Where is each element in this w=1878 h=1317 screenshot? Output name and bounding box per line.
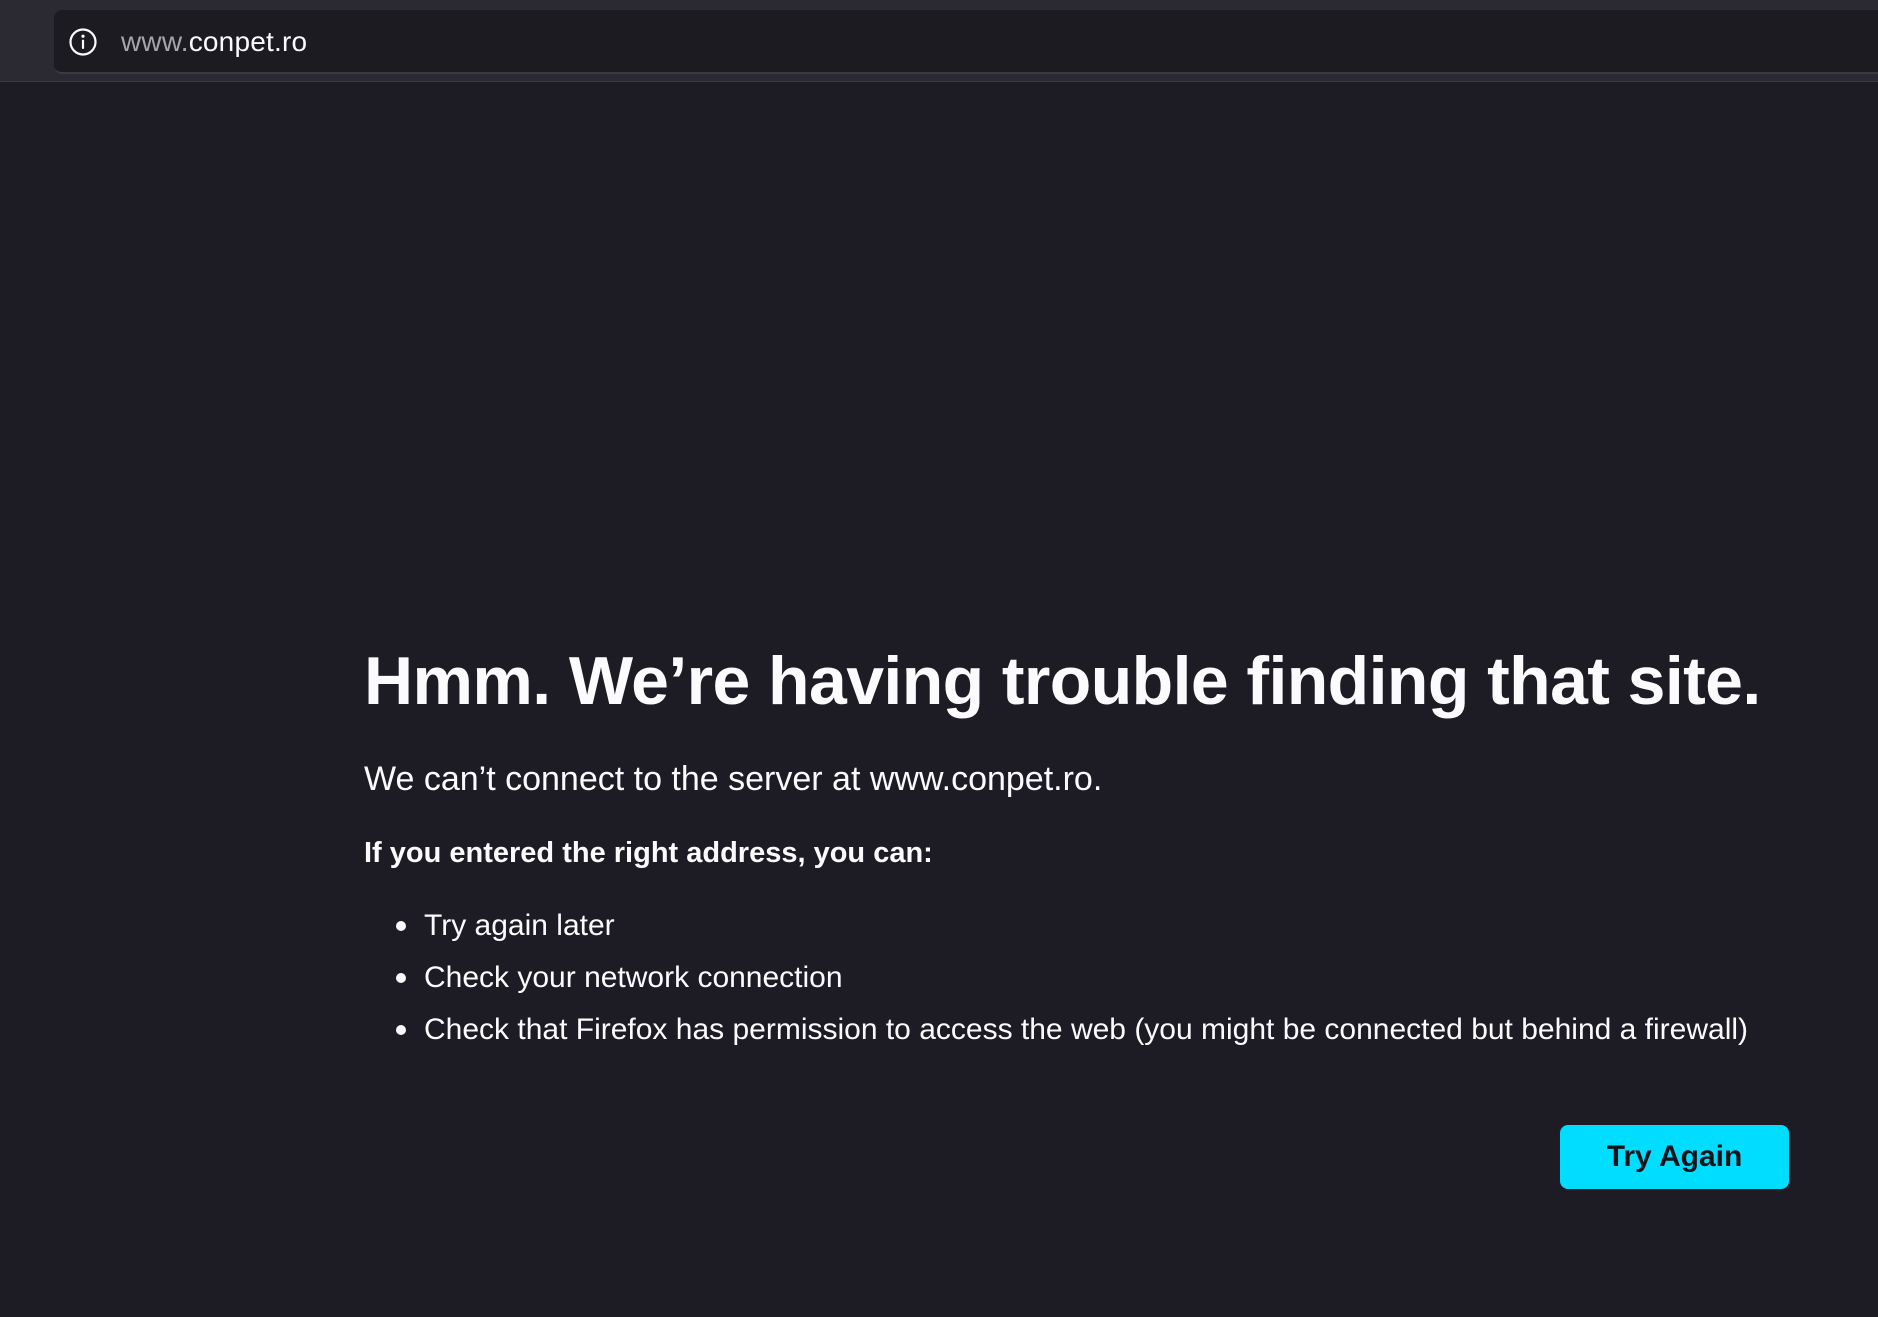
suggestions-list: Try again later Check your network conne…	[364, 900, 1824, 1056]
suggestion-item: Try again later	[396, 900, 1824, 952]
suggestion-item: Check that Firefox has permission to acc…	[396, 1004, 1824, 1056]
info-icon[interactable]	[68, 27, 98, 57]
bullet-icon	[396, 973, 406, 983]
suggestion-text: Check your network connection	[424, 961, 843, 994]
bullet-icon	[396, 1025, 406, 1035]
error-description: We can’t connect to the server at www.co…	[364, 760, 1103, 798]
address-bar[interactable]: www.conpet.ro	[54, 10, 1878, 74]
suggestion-text: Try again later	[424, 909, 615, 942]
error-content: Hmm. We’re having trouble finding that s…	[364, 640, 1824, 1056]
suggestions-heading: If you entered the right address, you ca…	[364, 837, 933, 869]
url-prefix: www.	[121, 26, 189, 57]
browser-toolbar: www.conpet.ro	[0, 0, 1878, 82]
url-text[interactable]: www.conpet.ro	[121, 25, 307, 59]
toolbar-top-edge	[0, 0, 1878, 10]
try-again-button[interactable]: Try Again	[1560, 1125, 1789, 1189]
bullet-icon	[396, 921, 406, 931]
url-domain: conpet.ro	[188, 26, 308, 57]
error-title: Hmm. We’re having trouble finding that s…	[364, 643, 1761, 719]
suggestion-item: Check your network connection	[396, 952, 1824, 1004]
suggestion-text: Check that Firefox has permission to acc…	[424, 1013, 1749, 1046]
